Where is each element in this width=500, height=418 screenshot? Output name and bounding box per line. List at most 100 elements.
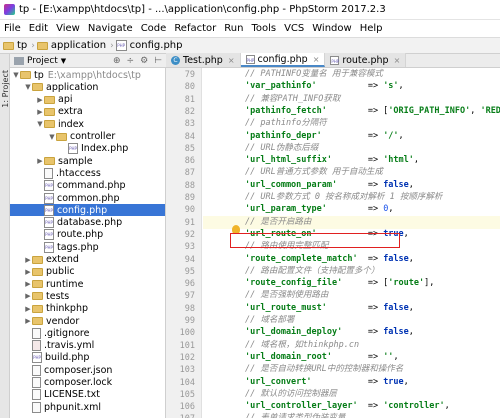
collapsed-arrow-icon[interactable]: ▶ xyxy=(24,256,32,264)
code-line[interactable]: 'url_convert' => true, xyxy=(203,376,500,389)
tree-item-label[interactable]: tags.php xyxy=(57,242,99,253)
tree-item[interactable]: PHP config.php xyxy=(10,204,165,217)
menu-code[interactable]: Code xyxy=(137,20,171,38)
collapsed-arrow-icon[interactable]: ▶ xyxy=(36,96,44,104)
tree-item[interactable]: ▼ index xyxy=(10,118,165,130)
expanded-arrow-icon[interactable]: ▼ xyxy=(12,71,20,79)
tree-item[interactable]: ▶ runtime xyxy=(10,278,165,290)
tree-item-label[interactable]: api xyxy=(58,94,73,105)
menu-file[interactable]: File xyxy=(0,20,25,38)
code-line[interactable]: // 是否开启路由 xyxy=(203,215,500,229)
code-line[interactable]: // 表单请求类型伪装变量 xyxy=(203,412,500,418)
editor-tab[interactable]: C Test.php × xyxy=(166,53,241,67)
editor-tab[interactable]: PHP route.php × xyxy=(325,53,407,67)
project-tree[interactable]: ▼ tp E:\xampp\htdocs\tp ▼ application ▶ api ▶ ex… xyxy=(10,68,166,418)
tree-item-label[interactable]: extra xyxy=(58,106,83,117)
editor-tab[interactable]: PHP config.php × xyxy=(240,53,326,67)
editor-tab-label[interactable]: route.php xyxy=(342,55,388,66)
breadcrumb-item[interactable]: PHP config.php xyxy=(115,40,183,51)
tree-item-label[interactable]: controller xyxy=(70,131,115,142)
code-line[interactable]: // URL普通方式参数 用于自动生成 xyxy=(203,166,500,179)
code-line[interactable]: // 路由使用完整匹配 xyxy=(203,240,500,253)
code-line[interactable]: // 路由配置文件（支持配置多个） xyxy=(203,265,500,278)
code-line[interactable]: // 域名部署 xyxy=(203,314,500,327)
tree-item-label[interactable]: .gitignore xyxy=(44,328,89,339)
tree-item[interactable]: ▶ extra xyxy=(10,106,165,118)
tree-item[interactable]: PHP database.php xyxy=(10,217,165,229)
menu-view[interactable]: View xyxy=(52,20,84,38)
tree-item-label[interactable]: extend xyxy=(46,254,79,265)
collapsed-arrow-icon[interactable]: ▶ xyxy=(24,268,32,276)
code-line[interactable]: // PATHINFO变量名 用于兼容模式 xyxy=(203,68,500,81)
tree-item[interactable]: ▶ thinkphp xyxy=(10,303,165,315)
tree-item-label[interactable]: composer.lock xyxy=(44,377,112,388)
tree-item-label[interactable]: application xyxy=(46,82,98,93)
tree-item-label[interactable]: .travis.yml xyxy=(44,340,94,351)
tree-item[interactable]: ▶ extend xyxy=(10,254,165,266)
tree-item[interactable]: ▶ vendor xyxy=(10,315,165,327)
breadcrumb-item[interactable]: application xyxy=(36,40,106,51)
tree-item-label[interactable]: LICENSE.txt xyxy=(44,389,100,400)
code-line[interactable]: 'url_param_type' => 0, xyxy=(203,203,500,216)
hide-panel-icon[interactable]: ⊢ xyxy=(154,56,162,66)
code-line[interactable]: 'url_domain_deploy' => false, xyxy=(203,326,500,339)
tree-item-label[interactable]: command.php xyxy=(57,180,126,191)
project-side-tab[interactable]: 1: Project xyxy=(0,54,10,418)
breadcrumb-label[interactable]: tp xyxy=(17,40,27,51)
menu-edit[interactable]: Edit xyxy=(25,20,52,38)
collapsed-arrow-icon[interactable]: ▶ xyxy=(36,157,44,165)
sync-icon[interactable]: ⊕ xyxy=(113,56,121,66)
tree-item[interactable]: PHP tags.php xyxy=(10,241,165,253)
settings-gear-icon[interactable]: ⚙ xyxy=(140,56,148,66)
tree-item-label[interactable]: public xyxy=(46,266,75,277)
tree-item-label[interactable]: index xyxy=(58,119,84,130)
code-line[interactable]: // URL参数方式 0 按名称成对解析 1 按顺序解析 xyxy=(203,191,500,204)
tree-item-label[interactable]: route.php xyxy=(57,229,103,240)
tree-item[interactable]: ▼ tp E:\xampp\htdocs\tp xyxy=(10,69,165,81)
code-editor[interactable]: // PATHINFO变量名 用于兼容模式'var_pathinfo' => '… xyxy=(203,68,500,418)
tree-item-label[interactable]: composer.json xyxy=(44,365,112,376)
tree-item[interactable]: PHP build.php xyxy=(10,352,165,364)
project-panel-title[interactable]: Project xyxy=(27,56,58,66)
expanded-arrow-icon[interactable]: ▼ xyxy=(36,120,44,128)
collapsed-arrow-icon[interactable]: ▶ xyxy=(36,108,44,116)
tree-item[interactable]: .travis.yml xyxy=(10,340,165,352)
code-line[interactable]: 'route_config_file' => ['route'], xyxy=(203,277,500,290)
tree-item[interactable]: LICENSE.txt xyxy=(10,389,165,401)
tree-item[interactable]: phpunit.xml xyxy=(10,401,165,413)
tree-item[interactable]: composer.json xyxy=(10,364,165,376)
expanded-arrow-icon[interactable]: ▼ xyxy=(24,83,32,91)
tree-item-label[interactable]: Index.php xyxy=(81,143,128,154)
tree-item[interactable]: ▶ tests xyxy=(10,290,165,302)
code-line[interactable]: 'var_pathinfo' => 's', xyxy=(203,80,500,93)
menu-help[interactable]: Help xyxy=(356,20,387,38)
close-tab-icon[interactable]: × xyxy=(228,56,235,65)
menu-window[interactable]: Window xyxy=(308,20,355,38)
menu-refactor[interactable]: Refactor xyxy=(170,20,220,38)
tree-item-label[interactable]: phpunit.xml xyxy=(44,402,101,413)
menu-tools[interactable]: Tools xyxy=(247,20,280,38)
intention-bulb-icon[interactable] xyxy=(232,225,240,234)
tree-item-label[interactable]: config.php xyxy=(57,205,107,216)
menu-run[interactable]: Run xyxy=(220,20,247,38)
tree-item[interactable]: .htaccess xyxy=(10,167,165,179)
breadcrumb-label[interactable]: config.php xyxy=(130,40,183,51)
collapsed-arrow-icon[interactable]: ▶ xyxy=(24,305,32,313)
tree-item[interactable]: ▼ controller xyxy=(10,131,165,143)
close-tab-icon[interactable]: × xyxy=(313,55,320,64)
code-line[interactable]: // 是否自动转换URL中的控制器和操作名 xyxy=(203,363,500,376)
project-side-tab-label[interactable]: 1: Project xyxy=(1,70,10,108)
code-line[interactable]: 'url_html_suffix' => 'html', xyxy=(203,154,500,167)
tree-item[interactable]: ▶ api xyxy=(10,94,165,106)
breadcrumb-item[interactable]: tp xyxy=(3,40,27,51)
code-line[interactable]: 'pathinfo_fetch' => ['ORIG_PATH_INFO', '… xyxy=(203,105,500,118)
code-line[interactable]: 'url_controller_layer' => 'controller', xyxy=(203,400,500,413)
tree-item[interactable]: PHP command.php xyxy=(10,180,165,192)
code-line[interactable]: // 域名根，如thinkphp.cn xyxy=(203,339,500,352)
code-line[interactable]: 'route_complete_match' => false, xyxy=(203,253,500,266)
code-line[interactable]: // 兼容PATH_INFO获取 xyxy=(203,93,500,106)
collapsed-arrow-icon[interactable]: ▶ xyxy=(24,292,32,300)
tree-item[interactable]: ▶ public xyxy=(10,266,165,278)
editor-tab-label[interactable]: config.php xyxy=(258,54,308,65)
tree-item[interactable]: composer.lock xyxy=(10,377,165,389)
